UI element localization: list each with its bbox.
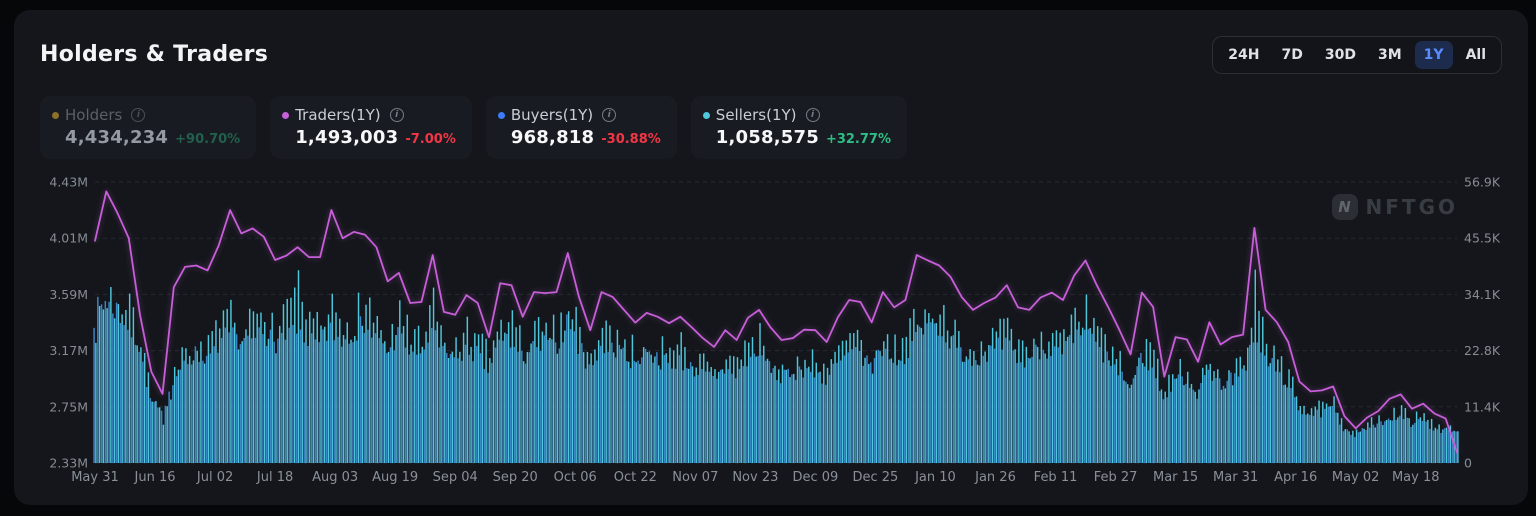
- time-range-selector: 24H 7D 30D 3M 1Y All: [1212, 36, 1502, 74]
- x-axis-tick: Jan 26: [974, 470, 1016, 485]
- buyers-value: 968,818: [510, 127, 595, 148]
- left-axis-tick: 3.59M: [49, 287, 88, 302]
- stat-card-sellers[interactable]: Sellers(1Y) i 1,058,575 +32.77%: [690, 96, 907, 159]
- x-axis-tick: May 02: [1332, 470, 1380, 485]
- stat-card-traders[interactable]: Traders(1Y) i 1,493,003 -7.00%: [270, 96, 472, 159]
- time-range-3m[interactable]: 3M: [1369, 41, 1411, 69]
- x-axis-tick: Apr 16: [1274, 470, 1317, 485]
- traders-legend-dot: [282, 111, 290, 119]
- time-range-24h[interactable]: 24H: [1219, 41, 1268, 69]
- buyers-label: Buyers(1Y): [510, 106, 594, 124]
- right-axis-tick: 0: [1464, 456, 1472, 471]
- left-axis-tick: 2.75M: [49, 399, 88, 414]
- x-axis-tick: Aug 19: [372, 470, 418, 485]
- x-axis-tick: May 31: [71, 470, 119, 485]
- x-axis-tick: Dec 09: [792, 470, 838, 485]
- holders-info-icon[interactable]: i: [131, 108, 146, 122]
- buyers-info-icon[interactable]: i: [602, 108, 617, 122]
- bars-layer: [93, 269, 1459, 463]
- x-axis-tick: Sep 20: [493, 470, 538, 485]
- x-axis-tick: Oct 06: [554, 470, 597, 485]
- left-axis-tick: 2.33M: [49, 456, 88, 471]
- buyers-legend-dot: [497, 111, 505, 119]
- holders-traders-chart[interactable]: 4.43M 56.9K 4.01M 45.5K 3.59M 34.1K 3.17M 22.8K…: [40, 170, 1500, 490]
- traders-value: 1,493,003: [295, 127, 399, 148]
- left-axis-tick: 4.01M: [49, 231, 88, 246]
- sellers-legend-dot: [702, 111, 710, 119]
- right-axis-tick: 11.4K: [1464, 399, 1500, 414]
- holders-legend-dot: [52, 111, 59, 119]
- x-axis-tick: Sep 04: [433, 470, 478, 485]
- x-axis-tick: Nov 07: [672, 470, 718, 485]
- time-range-1y[interactable]: 1Y: [1414, 41, 1453, 69]
- traders-line: [94, 190, 1458, 454]
- x-axis-tick: Nov 23: [732, 470, 778, 485]
- stat-card-holders[interactable]: Holders i 4,434,234 +90.70%: [40, 96, 257, 159]
- x-axis-tick: Mar 15: [1153, 470, 1198, 485]
- left-axis-tick: 4.43M: [49, 175, 88, 190]
- sellers-info-icon[interactable]: i: [805, 108, 820, 122]
- x-axis-tick: Jul 18: [256, 470, 293, 485]
- traders-change: -7.00%: [405, 132, 456, 147]
- x-axis-tick: Jun 16: [134, 470, 176, 485]
- x-axis-tick: Mar 31: [1213, 470, 1258, 485]
- time-range-all[interactable]: All: [1457, 41, 1495, 69]
- sellers-change: +32.77%: [825, 132, 891, 147]
- time-range-30d[interactable]: 30D: [1316, 41, 1365, 69]
- sellers-value: 1,058,575: [715, 127, 819, 148]
- x-axis-tick: Jul 02: [196, 470, 233, 485]
- x-axis-tick: Feb 27: [1094, 470, 1138, 485]
- holders-change: +90.70%: [175, 132, 241, 147]
- x-axis-tick: May 18: [1392, 470, 1440, 485]
- traders-info-icon[interactable]: i: [389, 108, 404, 122]
- buyers-change: -30.88%: [601, 132, 661, 147]
- holders-traders-panel: Holders & Traders 24H 7D 30D 3M 1Y All Holder…: [14, 10, 1528, 505]
- traders-label: Traders(1Y): [295, 106, 381, 124]
- holders-value: 4,434,234: [65, 127, 169, 148]
- time-range-7d[interactable]: 7D: [1273, 41, 1312, 69]
- right-axis-tick: 56.9K: [1464, 175, 1500, 190]
- sellers-label: Sellers(1Y): [715, 106, 797, 124]
- x-axis-tick: Aug 03: [312, 470, 358, 485]
- legend-stat-cards: Holders i 4,434,234 +90.70% Traders(1Y) i 1,49…: [40, 96, 907, 159]
- x-axis-tick: Oct 22: [614, 470, 657, 485]
- x-axis-tick: Dec 25: [853, 470, 899, 485]
- chart-area: 4.43M 56.9K 4.01M 45.5K 3.59M 34.1K 3.17M 22.8K…: [40, 170, 1500, 490]
- left-axis-tick: 3.17M: [49, 343, 88, 358]
- right-axis-tick: 34.1K: [1464, 287, 1500, 302]
- x-axis-tick: Feb 11: [1034, 470, 1078, 485]
- x-axis-tick: Jan 10: [914, 470, 956, 485]
- right-axis-tick: 45.5K: [1464, 231, 1500, 246]
- page-title: Holders & Traders: [40, 42, 269, 67]
- stat-card-buyers[interactable]: Buyers(1Y) i 968,818 -30.88%: [485, 96, 677, 159]
- right-axis-tick: 22.8K: [1464, 343, 1500, 358]
- holders-label: Holders: [65, 106, 123, 124]
